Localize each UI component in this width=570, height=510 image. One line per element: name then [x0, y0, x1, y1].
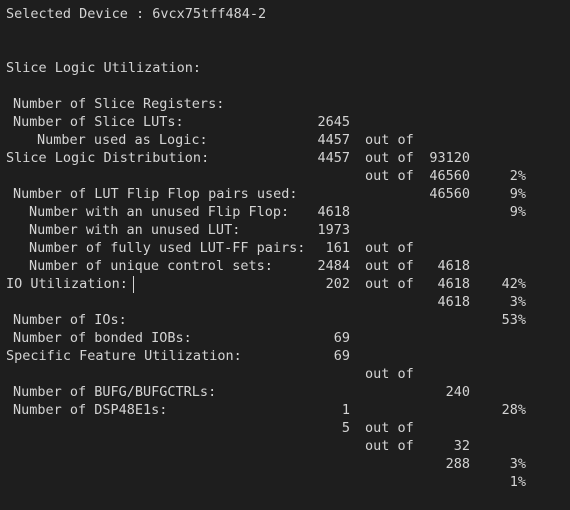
row-available-value: 288 [445, 456, 470, 473]
section-header-slice-logic-distribution: Slice Logic Distribution: [6, 150, 210, 166]
row-out-of: out of [365, 240, 414, 257]
row-out-of: out of [365, 276, 414, 293]
row-used-value: 1 [341, 402, 350, 419]
row-available-value: 4618 [437, 294, 470, 311]
utilization-report[interactable]: Selected Device : 6vcx75tff484-2 Slice L… [0, 0, 570, 490]
report-row: Number of bonded IOBs: 69 out of 240 28% [0, 311, 526, 418]
row-out-of: out of [365, 132, 414, 149]
row-out-of: out of [365, 168, 414, 185]
row-used-value: 1973 [317, 222, 350, 239]
row-used-value: 2645 [317, 114, 350, 131]
report-row: Number of DSP48E1s: 5 out of 288 1% [0, 383, 526, 490]
report-row: Number used as Logic: 4457 out of 46560 … [0, 113, 526, 220]
row-used-value: 69 [333, 330, 350, 347]
section-header-specific-feature-utilization: Specific Feature Utilization: [6, 348, 242, 364]
row-available-value: 240 [445, 384, 470, 401]
report-row: Number with an unused LUT: 161 out of 46… [0, 203, 526, 310]
row-out-of: out of [365, 258, 414, 275]
row-label: Number of BUFG/BUFGCTRLs: [13, 384, 217, 401]
row-percent-value: 3% [509, 294, 526, 311]
row-used-value: 4457 [317, 132, 350, 149]
row-percent-value: 9% [509, 204, 526, 221]
row-label: Number of DSP48E1s: [13, 402, 168, 419]
row-percent-value: 9% [509, 186, 526, 203]
row-label: Number of LUT Flip Flop pairs used: [13, 186, 298, 203]
report-row: Number of IOs: 69 [0, 293, 350, 346]
section-header-io-utilization: IO Utilization: [6, 276, 128, 292]
row-out-of: out of [365, 420, 414, 437]
row-percent-value: 1% [509, 474, 526, 491]
row-label: Number of Slice Registers: [13, 96, 225, 113]
row-used-value: 4618 [317, 204, 350, 221]
row-label: Number used as Logic: [37, 132, 208, 149]
row-used-value: 4457 [317, 150, 350, 167]
row-label: Number of unique control sets: [29, 258, 273, 275]
row-percent-value: 28% [501, 402, 526, 419]
report-row: Number of BUFG/BUFGCTRLs: 1 out of 32 3% [0, 365, 526, 472]
row-used-value: 2484 [317, 258, 350, 275]
row-out-of: out of [365, 366, 414, 383]
row-label: Number of bonded IOBs: [13, 330, 192, 347]
report-row: Number with an unused Flip Flop: 1973 ou… [0, 185, 526, 292]
row-out-of: out of [365, 438, 414, 455]
row-label: Number with an unused LUT: [29, 222, 241, 239]
row-available-value: 46560 [429, 186, 470, 203]
report-row: Number of Slice Registers: 2645 out of 9… [0, 77, 526, 184]
report-row: Number of LUT Flip Flop pairs used: 4618 [0, 167, 350, 220]
text-cursor [133, 276, 134, 293]
row-label: Number with an unused Flip Flop: [29, 204, 290, 221]
row-percent-value: 53% [501, 312, 526, 329]
row-used-value: 202 [325, 276, 350, 293]
report-row: Number of fully used LUT-FF pairs: 2484 … [0, 221, 526, 328]
row-used-value: 5 [341, 420, 350, 437]
selected-device-line: Selected Device : 6vcx75tff484-2 [6, 6, 267, 22]
row-percent-value: 42% [501, 276, 526, 293]
report-row: Number of unique control sets: 202 [0, 239, 350, 292]
row-percent-value: 2% [509, 168, 526, 185]
row-label: Number of Slice LUTs: [13, 114, 184, 131]
section-header-slice-logic-utilization: Slice Logic Utilization: [6, 60, 202, 76]
row-percent-value: 3% [509, 456, 526, 473]
report-row: Number of Slice LUTs: 4457 out of 46560 … [0, 95, 526, 202]
row-out-of: out of [365, 150, 414, 167]
row-label: Number of fully used LUT-FF pairs: [29, 240, 306, 257]
row-used-value: 69 [333, 348, 350, 365]
